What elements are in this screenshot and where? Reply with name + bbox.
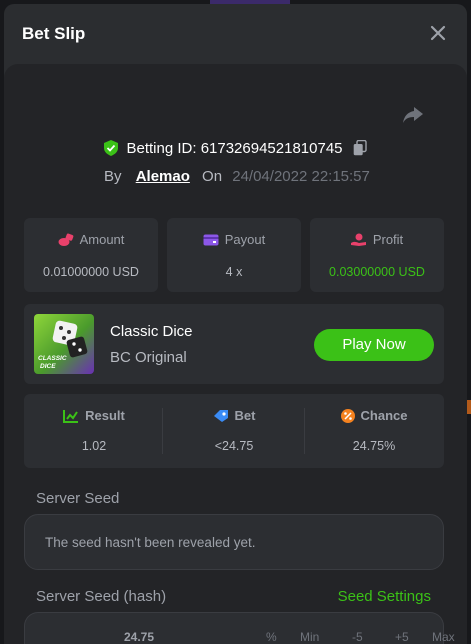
payout-stat: Payout 4 x	[167, 218, 301, 292]
game-name: Classic Dice	[110, 323, 193, 340]
profit-label: Profit	[372, 232, 404, 247]
background-deco-right	[467, 400, 471, 414]
svg-text:CLASSIC: CLASSIC	[38, 355, 67, 362]
username-link[interactable]: Alemao	[136, 168, 190, 185]
chance-label: Chance	[360, 408, 408, 423]
profit-value: 0.03000000 USD	[329, 265, 425, 279]
tag-icon	[213, 410, 228, 422]
server-seed-field[interactable]: The seed hasn't been revealed yet.	[24, 514, 444, 570]
bet-label: Bet	[234, 408, 256, 423]
result-card: Result 1.02 Bet <24.75 Chance 24.75%	[24, 394, 444, 468]
result-column: Result 1.02	[24, 394, 164, 468]
game-thumbnail: CLASSIC DICE	[34, 314, 94, 374]
coin-stack-icon	[58, 233, 73, 246]
share-icon[interactable]	[401, 104, 425, 126]
payout-label: Payout	[224, 232, 266, 247]
amount-label: Amount	[79, 232, 125, 247]
seed-settings-link[interactable]: Seed Settings	[338, 588, 431, 605]
close-icon[interactable]	[429, 24, 447, 42]
result-label: Result	[85, 408, 125, 423]
payout-label-row: Payout	[167, 232, 301, 247]
percent-icon	[340, 409, 355, 423]
betting-id-value: 61732694521810745	[200, 140, 343, 157]
betting-id-label: Betting ID:	[126, 140, 197, 157]
profit-stat: Profit 0.03000000 USD	[310, 218, 444, 292]
result-label-row: Result	[24, 408, 164, 423]
wallet-icon	[203, 234, 219, 246]
chance-value: 24.75%	[352, 439, 396, 453]
amount-label-row: Amount	[24, 232, 158, 247]
play-now-button[interactable]: Play Now	[314, 329, 434, 361]
game-provider: BC Original	[110, 349, 187, 366]
bet-column: Bet <24.75	[164, 394, 304, 468]
bet-datetime: 24/04/2022 22:15:57	[232, 168, 370, 185]
server-seed-label: Server Seed	[36, 490, 120, 507]
hand-coin-icon	[350, 233, 366, 246]
game-card: CLASSIC DICE Classic Dice BC Original Pl…	[24, 304, 444, 384]
copy-icon[interactable]	[353, 139, 367, 160]
modal-header: Bet Slip	[4, 4, 467, 64]
betting-id-row: Betting ID: 61732694521810745	[4, 139, 467, 160]
shield-check-icon	[104, 140, 119, 160]
on-label: On	[202, 168, 223, 185]
bet-slip-modal: Bet Slip Betting ID: 61732694521810745 B…	[4, 4, 467, 644]
modal-title: Bet Slip	[22, 24, 86, 43]
bet-label-row: Bet	[164, 408, 304, 423]
bet-author-row: By Alemao On 24/04/2022 22:15:57	[104, 168, 370, 185]
result-value: 1.02	[81, 439, 107, 453]
server-seed-hash-label: Server Seed (hash)	[36, 588, 167, 605]
amount-value: 0.01000000 USD	[43, 265, 139, 279]
chance-column: Chance 24.75%	[304, 394, 444, 468]
server-seed-value: The seed hasn't been revealed yet.	[45, 535, 256, 550]
by-label: By	[104, 168, 122, 185]
divider	[162, 408, 163, 454]
profit-label-row: Profit	[310, 232, 444, 247]
svg-text:DICE: DICE	[40, 363, 56, 370]
bet-slip-content: Betting ID: 61732694521810745 By Alemao …	[4, 64, 467, 644]
bet-value: <24.75	[214, 439, 254, 453]
background-strip: 24.75 % Min -5 +5 Max	[0, 630, 471, 644]
chance-label-row: Chance	[304, 408, 444, 423]
chart-icon	[63, 410, 79, 423]
amount-stat: Amount 0.01000000 USD	[24, 218, 158, 292]
payout-value: 4 x	[225, 265, 243, 279]
